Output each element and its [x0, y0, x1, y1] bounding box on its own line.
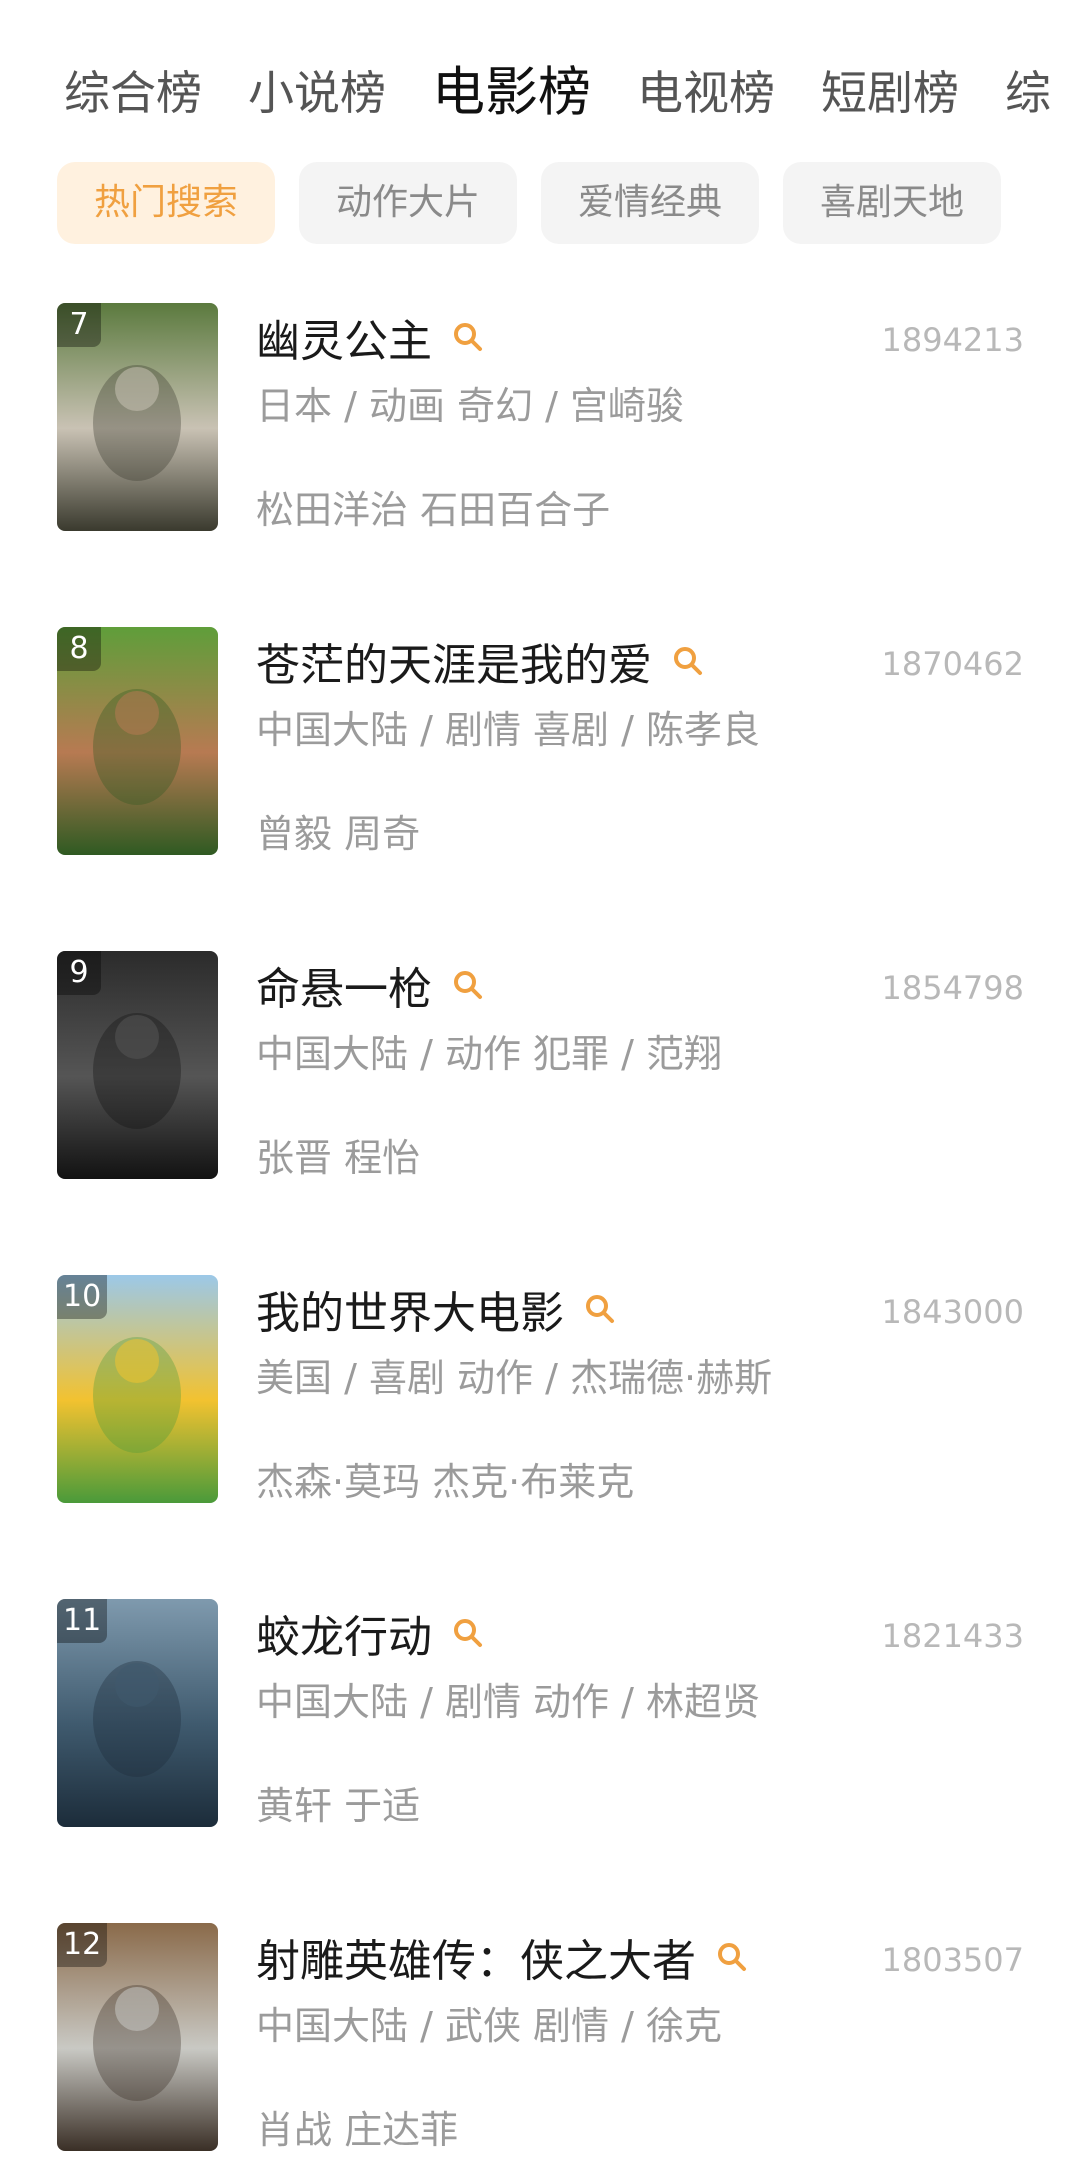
movie-item[interactable]: 10 我的世界大电影 1843000 美国 / 喜剧 动作 / 杰瑞德·赫斯 杰森·莫玛… — [0, 1275, 1080, 1599]
rank-badge: 8 — [57, 627, 101, 671]
movie-poster[interactable]: 9 — [57, 951, 218, 1179]
movie-poster[interactable]: 12 — [57, 1923, 218, 2151]
rank-badge: 11 — [57, 1599, 108, 1643]
filter-chip-2[interactable]: 爱情经典 — [541, 162, 759, 244]
movie-cast: 松田洋治 石田百合子 — [256, 488, 611, 532]
movie-ranking-list: 7 幽灵公主 1894213 日本 / 动画 奇幻 / 宫崎骏 松田洋治 石田百合子 8 苍… — [0, 303, 1080, 2164]
movie-title[interactable]: 命悬一枪 — [256, 953, 432, 1017]
title-row: 幽灵公主 — [256, 305, 484, 369]
filter-chip-1[interactable]: 动作大片 — [299, 162, 517, 244]
movie-title[interactable]: 幽灵公主 — [256, 305, 432, 369]
filter-chips: 热门搜索 动作大片 爱情经典 喜剧天地 — [57, 162, 1080, 244]
movie-title[interactable]: 射雕英雄传：侠之大者 — [256, 1925, 696, 1989]
rank-badge: 7 — [57, 303, 101, 347]
search-icon[interactable] — [584, 1293, 616, 1325]
movie-meta: 美国 / 喜剧 动作 / 杰瑞德·赫斯 — [256, 1356, 773, 1400]
title-row: 我的世界大电影 — [256, 1277, 616, 1341]
rank-badge: 9 — [57, 951, 101, 995]
movie-item[interactable]: 12 射雕英雄传：侠之大者 1803507 中国大陆 / 武侠 剧情 / 徐克 肖战 庄… — [0, 1923, 1080, 2164]
title-row: 命悬一枪 — [256, 953, 484, 1017]
rank-badge: 12 — [57, 1923, 108, 1967]
category-tabs: 综合榜 小说榜 电影榜 电视榜 短剧榜综 — [64, 58, 1080, 128]
tab-1[interactable]: 小说榜 — [248, 58, 386, 128]
search-count: 1803507 — [881, 1941, 1024, 1979]
search-count: 1854798 — [881, 969, 1024, 1007]
search-icon[interactable] — [716, 1941, 748, 1973]
movie-cast: 肖战 庄达菲 — [256, 2108, 459, 2152]
tab-5[interactable]: 综 — [1005, 58, 1051, 128]
title-row: 蛟龙行动 — [256, 1601, 484, 1665]
movie-poster[interactable]: 11 — [57, 1599, 218, 1827]
search-count: 1894213 — [881, 321, 1024, 359]
movie-meta: 中国大陆 / 动作 犯罪 / 范翔 — [256, 1032, 723, 1076]
movie-item[interactable]: 7 幽灵公主 1894213 日本 / 动画 奇幻 / 宫崎骏 松田洋治 石田百合子 — [0, 303, 1080, 627]
tab-3[interactable]: 电视榜 — [637, 58, 775, 128]
search-icon[interactable] — [452, 321, 484, 353]
movie-cast: 曾毅 周奇 — [256, 812, 421, 856]
movie-meta: 日本 / 动画 奇幻 / 宫崎骏 — [256, 384, 685, 428]
tab-0[interactable]: 综合榜 — [64, 58, 202, 128]
title-row: 苍茫的天涯是我的爱 — [256, 629, 704, 693]
movie-poster[interactable]: 8 — [57, 627, 218, 855]
search-icon[interactable] — [452, 969, 484, 1001]
movie-cast: 张晋 程怡 — [256, 1136, 421, 1180]
movie-meta: 中国大陆 / 剧情 喜剧 / 陈孝良 — [256, 708, 761, 752]
filter-chip-0[interactable]: 热门搜索 — [57, 162, 275, 244]
movie-meta: 中国大陆 / 武侠 剧情 / 徐克 — [256, 2004, 723, 2048]
movie-title[interactable]: 苍茫的天涯是我的爱 — [256, 629, 652, 693]
movie-title[interactable]: 我的世界大电影 — [256, 1277, 564, 1341]
search-icon[interactable] — [452, 1617, 484, 1649]
title-row: 射雕英雄传：侠之大者 — [256, 1925, 748, 1989]
tab-2[interactable]: 电影榜 — [432, 58, 591, 128]
movie-item[interactable]: 11 蛟龙行动 1821433 中国大陆 / 剧情 动作 / 林超贤 黄轩 于适 — [0, 1599, 1080, 1923]
movie-meta: 中国大陆 / 剧情 动作 / 林超贤 — [256, 1680, 761, 1724]
rank-badge: 10 — [57, 1275, 108, 1319]
movie-poster[interactable]: 10 — [57, 1275, 218, 1503]
tab-4[interactable]: 短剧榜 — [821, 58, 959, 128]
movie-item[interactable]: 9 命悬一枪 1854798 中国大陆 / 动作 犯罪 / 范翔 张晋 程怡 — [0, 951, 1080, 1275]
movie-item[interactable]: 8 苍茫的天涯是我的爱 1870462 中国大陆 / 剧情 喜剧 / 陈孝良 曾毅 周奇 — [0, 627, 1080, 951]
movie-title[interactable]: 蛟龙行动 — [256, 1601, 432, 1665]
search-count: 1821433 — [881, 1617, 1024, 1655]
search-icon[interactable] — [672, 645, 704, 677]
movie-cast: 黄轩 于适 — [256, 1784, 421, 1828]
search-count: 1870462 — [881, 645, 1024, 683]
movie-cast: 杰森·莫玛 杰克·布莱克 — [256, 1460, 635, 1504]
search-count: 1843000 — [881, 1293, 1024, 1331]
movie-poster[interactable]: 7 — [57, 303, 218, 531]
filter-chip-3[interactable]: 喜剧天地 — [783, 162, 1001, 244]
